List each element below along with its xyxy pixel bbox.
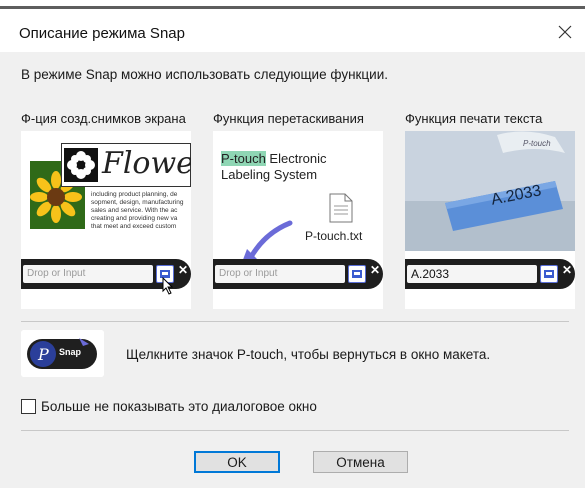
title-bar: Описание режима Snap — [0, 12, 585, 52]
divider-bottom — [21, 430, 569, 431]
checkbox-box[interactable] — [21, 399, 36, 414]
capture-button-dragdrop[interactable] — [348, 265, 366, 283]
feature-title-dragdrop: Функция перетаскивания — [213, 111, 364, 126]
mouse-cursor-icon — [162, 277, 174, 295]
close-button[interactable] — [551, 18, 579, 46]
selection-box: Flower — [61, 143, 191, 187]
ok-button[interactable]: OK — [194, 451, 280, 473]
close-bar-icon[interactable]: ✕ — [178, 263, 188, 277]
text-line2: Labeling System — [221, 167, 318, 182]
text-line1: Electronic — [265, 151, 327, 166]
file-name: P-touch.txt — [305, 229, 363, 243]
snap-icon-illustration: P Snap — [21, 330, 104, 377]
top-border-bar — [0, 6, 585, 9]
tape-brand: P-touch — [523, 139, 551, 148]
feature-title-screenshot: Ф-ция созд.снимков экрана — [21, 111, 186, 126]
divider-top — [21, 321, 569, 322]
drop-input-field[interactable]: Drop or Input — [23, 265, 153, 283]
drop-input-field-dragdrop[interactable]: Drop or Input — [215, 265, 345, 283]
window-title: Описание режима Snap — [19, 25, 185, 42]
window-top-edge — [0, 0, 585, 12]
text-input-field[interactable]: A.2033 — [407, 265, 537, 283]
highlighted-text: P-touch — [221, 151, 266, 166]
panel-dragdrop-illustration: P-touch Electronic Labeling System P-tou… — [213, 131, 383, 309]
flower-icon — [64, 148, 98, 182]
print-icon — [544, 270, 554, 278]
text-file-icon — [329, 193, 353, 223]
flower-word: Flower — [102, 146, 191, 181]
feature-title-print: Функция печати текста — [405, 111, 543, 126]
snap-instruction: Щелкните значок P-touch, чтобы вернуться… — [126, 347, 491, 362]
doc-text: including product planning, de sopment, … — [91, 191, 184, 230]
intro-text: В режиме Snap можно использовать следующ… — [21, 67, 388, 82]
print-button[interactable] — [540, 265, 558, 283]
ptouch-app-icon — [352, 270, 362, 278]
snap-input-bar-print: A.2033 ✕ — [405, 259, 575, 289]
close-bar-icon[interactable]: ✕ — [562, 263, 572, 277]
snap-input-bar-dragdrop: Drop or Input ✕ — [213, 259, 383, 289]
close-icon — [558, 25, 572, 39]
snap-badge: Snap — [59, 347, 82, 357]
panel-print-illustration: A.2033 P-touch A.2033 ✕ — [405, 131, 575, 309]
panel-screenshot-illustration: Flower including product planning, de so… — [21, 131, 191, 309]
close-bar-icon[interactable]: ✕ — [370, 263, 380, 277]
cancel-button[interactable]: Отмена — [313, 451, 408, 473]
svg-text:P: P — [37, 345, 49, 364]
dont-show-again-checkbox[interactable]: Больше не показывать это диалоговое окно — [21, 399, 317, 414]
checkbox-label: Больше не показывать это диалоговое окно — [41, 399, 317, 414]
dragged-text: P-touch Electronic Labeling System — [221, 151, 327, 183]
